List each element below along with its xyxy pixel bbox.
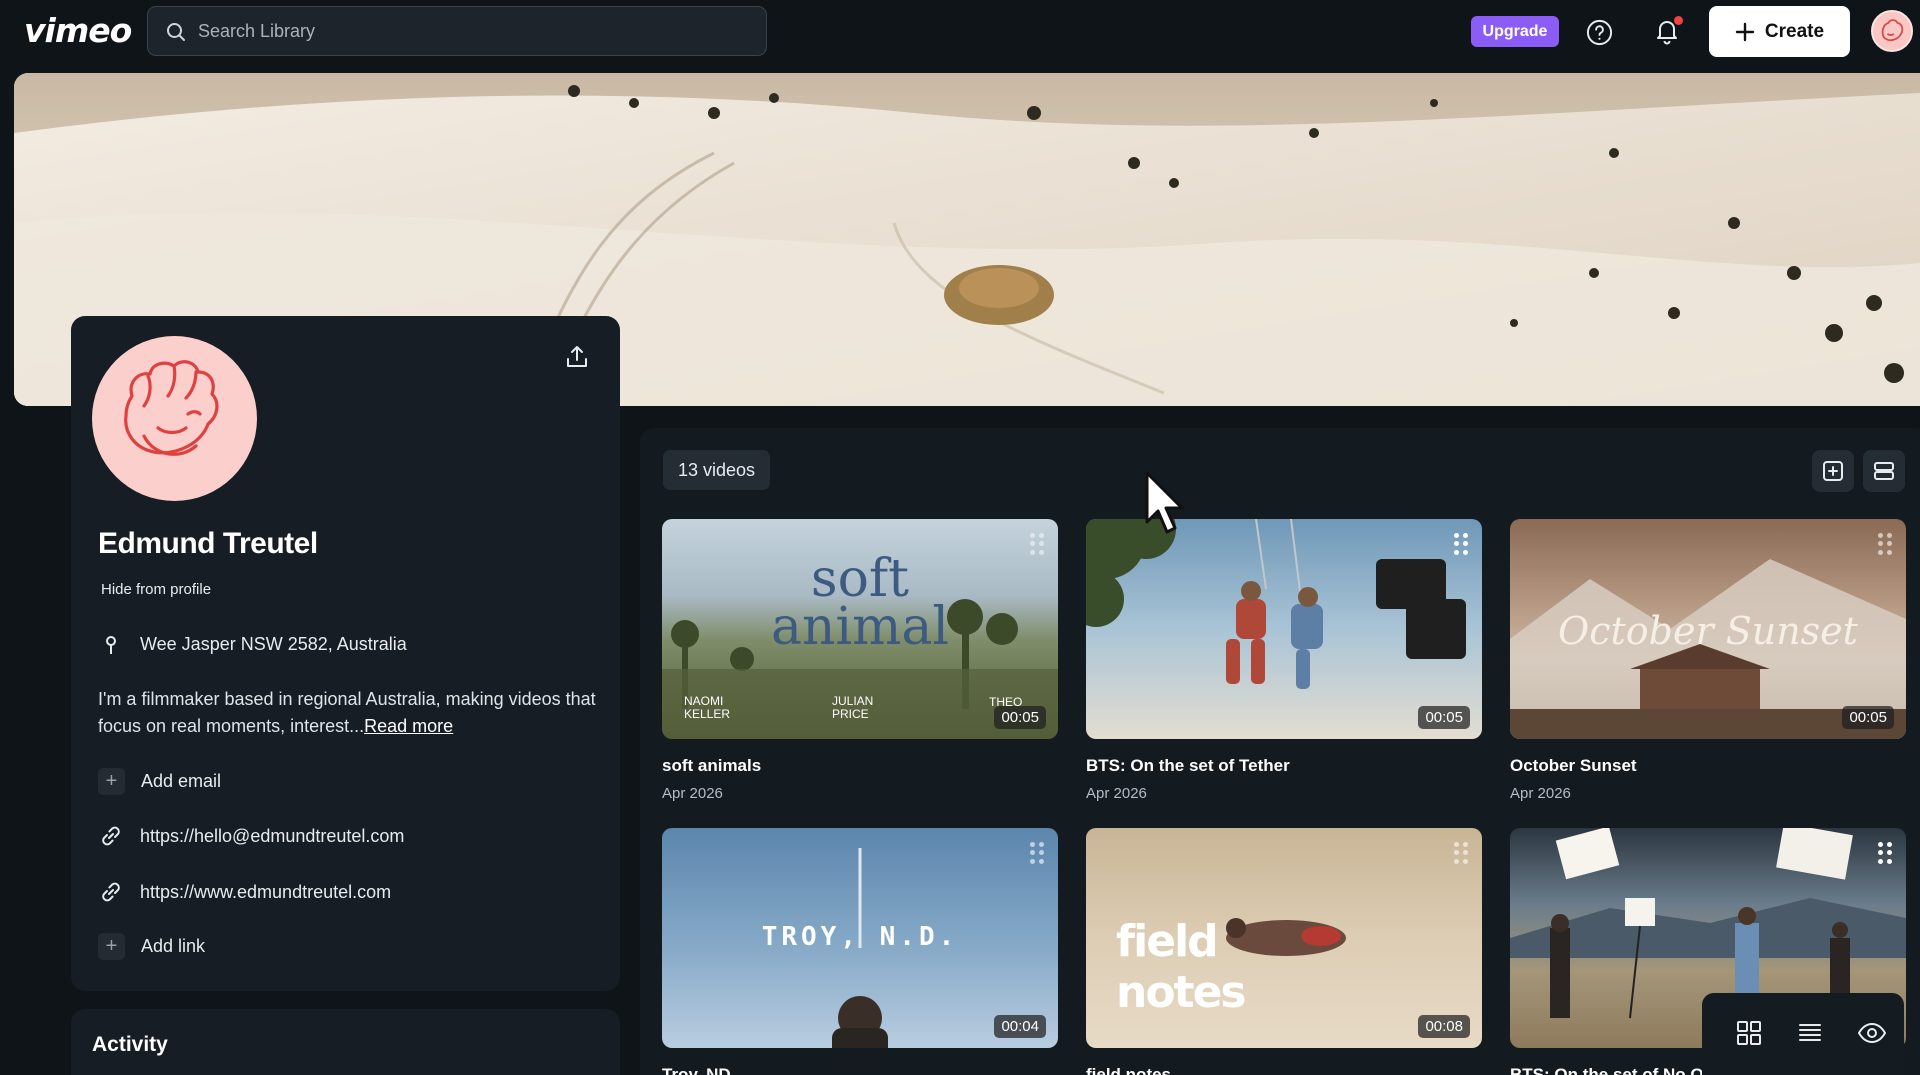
video-card[interactable]: TROY, N.D. 00:04 Troy, ND (662, 828, 1058, 1075)
plus-icon (1735, 22, 1755, 41)
video-thumbnail[interactable]: field notes 00:08 (1086, 828, 1482, 1048)
video-title[interactable]: October Sunset (1510, 756, 1906, 776)
video-title[interactable]: Troy, ND (662, 1065, 1058, 1075)
drag-handle-icon[interactable] (1454, 842, 1468, 864)
video-date: Apr 2026 (1510, 785, 1571, 802)
video-thumbnail[interactable]: soft animal NAOMI KELLER JULIAN PRICE TH… (662, 519, 1058, 739)
profile-avatar (92, 336, 257, 501)
add-link-row[interactable]: + Add link (98, 933, 205, 960)
thumbnail-title-text: soft animal (770, 549, 950, 657)
video-thumbnail[interactable]: TROY, N.D. 00:04 (662, 828, 1058, 1048)
top-bar: vimeo Upgrade Create (0, 0, 1920, 63)
notification-badge (1674, 16, 1683, 25)
link-row[interactable]: https://www.edmundtreutel.com (98, 879, 391, 905)
search-icon (167, 23, 185, 41)
add-link-plus-icon: + (98, 933, 125, 960)
help-icon[interactable] (1585, 18, 1614, 47)
link-text[interactable]: https://www.edmundtreutel.com (140, 882, 391, 903)
video-count-badge: 13 videos (663, 450, 771, 490)
drag-handle-icon[interactable] (1878, 533, 1892, 555)
search-input[interactable] (198, 7, 748, 55)
video-title[interactable]: soft animals (662, 756, 1058, 776)
link-icon (102, 882, 120, 902)
link-icon (102, 826, 120, 846)
hide-from-profile-link[interactable]: Hide from profile (101, 581, 211, 598)
mouse-cursor-icon (1145, 471, 1184, 534)
upgrade-button[interactable]: Upgrade (1471, 16, 1559, 47)
video-card[interactable]: October Sunset 00:05 October Sunset Apr … (1510, 519, 1906, 802)
profile-name: Edmund Treutel (98, 527, 318, 560)
add-email-label: Add email (141, 771, 222, 791)
location-text: Wee Jasper NSW 2582, Australia (140, 633, 407, 654)
vimeo-logo[interactable]: vimeo (24, 11, 132, 50)
drag-handle-icon[interactable] (1878, 842, 1892, 864)
thumbnail-title-text: TROY, N.D. (761, 922, 959, 952)
credit-text: NAOMI KELLER (684, 694, 731, 721)
video-card[interactable]: soft animal NAOMI KELLER JULIAN PRICE TH… (662, 519, 1058, 802)
video-thumbnail[interactable]: October Sunset 00:05 (1510, 519, 1906, 739)
drag-handle-icon[interactable] (1030, 842, 1044, 864)
location-pin-icon (106, 636, 116, 654)
video-card[interactable]: 00:05 BTS: On the set of Tether Apr 2026 (1086, 519, 1482, 802)
activity-panel: Activity (71, 1009, 620, 1075)
duration-badge: 00:04 (994, 1015, 1046, 1038)
share-icon[interactable] (564, 344, 590, 370)
read-more-link[interactable]: Read more (364, 716, 453, 736)
duration-badge: 00:05 (1842, 706, 1894, 729)
thumbnail-title-text: field notes (1116, 916, 1247, 1018)
add-video-button[interactable] (1812, 450, 1854, 492)
video-title[interactable]: BTS: On the set of Tether (1086, 756, 1482, 776)
drag-handle-icon[interactable] (1030, 533, 1044, 555)
create-label: Create (1764, 20, 1825, 42)
add-email-row[interactable]: + Add email (98, 768, 221, 795)
duration-badge: 00:05 (994, 706, 1046, 729)
profile-panel: Edmund Treutel Hide from profile Wee Jas… (71, 316, 620, 991)
video-date: Apr 2026 (662, 785, 723, 802)
credit-text: JULIAN PRICE (832, 694, 874, 721)
duration-badge: 00:05 (1418, 706, 1470, 729)
location-row: Wee Jasper NSW 2582, Australia (98, 631, 407, 657)
duration-badge: 00:08 (1418, 1015, 1470, 1038)
videos-panel: 13 videos soft animal NAOMI KELLER JULIA… (640, 428, 1920, 1075)
drag-handle-icon[interactable] (1454, 533, 1468, 555)
video-date: Apr 2026 (1086, 785, 1147, 802)
activity-title: Activity (92, 1033, 168, 1056)
add-email-plus-icon: + (98, 768, 125, 795)
user-avatar[interactable] (1871, 10, 1913, 52)
profile-bio: I'm a filmmaker based in regional Austra… (98, 686, 598, 740)
add-square-icon (1823, 461, 1843, 481)
add-link-label: Add link (141, 936, 206, 956)
rows-icon (1874, 462, 1894, 480)
thumbnail-title-text: October Sunset (1558, 609, 1858, 653)
video-card[interactable]: field notes 00:08 field notes (1086, 828, 1482, 1075)
layout-toggle-button[interactable] (1863, 450, 1905, 492)
link-text[interactable]: https://hello@edmundtreutel.com (140, 826, 404, 847)
video-thumbnail[interactable]: 00:05 (1086, 519, 1482, 739)
eye-icon[interactable] (1857, 1018, 1887, 1048)
grid-view-icon[interactable] (1734, 1018, 1764, 1048)
list-view-icon[interactable] (1795, 1018, 1825, 1048)
search-bar[interactable] (147, 6, 767, 56)
bio-text: I'm a filmmaker based in regional Austra… (98, 689, 596, 736)
link-row[interactable]: https://hello@edmundtreutel.com (98, 823, 404, 849)
video-title[interactable]: field notes (1086, 1065, 1482, 1075)
create-button[interactable]: Create (1709, 6, 1850, 57)
view-options-toolbar (1702, 993, 1904, 1075)
